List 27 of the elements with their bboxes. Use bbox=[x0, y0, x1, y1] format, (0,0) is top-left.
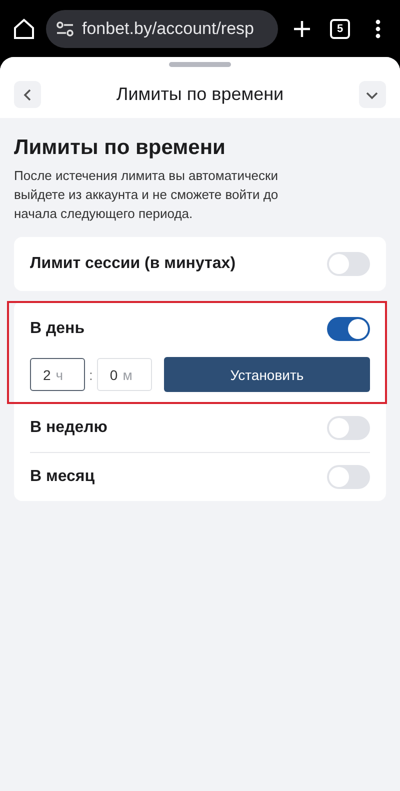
setting-label: В месяц bbox=[30, 468, 95, 486]
back-button[interactable] bbox=[14, 81, 41, 108]
time-separator: : bbox=[89, 366, 93, 382]
menu-icon[interactable] bbox=[375, 18, 381, 38]
address-bar[interactable]: fonbet.by/account/resp bbox=[46, 10, 278, 48]
url-text: fonbet.by/account/resp bbox=[82, 18, 254, 38]
tune-icon bbox=[56, 20, 74, 36]
toggle-switch[interactable] bbox=[327, 252, 370, 276]
toggle-switch[interactable] bbox=[327, 317, 370, 341]
page-title: Лимиты по времени bbox=[116, 84, 284, 105]
chevron-left-icon bbox=[22, 88, 32, 102]
home-icon[interactable] bbox=[12, 16, 36, 40]
plus-icon[interactable] bbox=[292, 18, 312, 38]
tab-count[interactable]: 5 bbox=[330, 18, 350, 38]
collapse-button[interactable] bbox=[358, 81, 386, 108]
chevron-down-icon bbox=[365, 90, 380, 100]
time-field[interactable]: 2 ч bbox=[30, 358, 85, 391]
section-heading: Лимиты по времени bbox=[14, 136, 226, 160]
description-text: После истечения лимита вы автоматически выйдете из аккаунта и не сможете войти до начала следующего периода. bbox=[14, 167, 280, 223]
setting-label: Лимит сессии (в минутах) bbox=[30, 255, 236, 273]
set-button[interactable]: Установить bbox=[164, 357, 370, 392]
setting-label: В день bbox=[30, 320, 85, 338]
setting-label: В неделю bbox=[30, 419, 108, 437]
drag-handle[interactable] bbox=[169, 62, 231, 67]
toggle-switch[interactable] bbox=[327, 465, 370, 489]
time-field[interactable]: 0 м bbox=[96, 358, 152, 391]
toggle-switch[interactable] bbox=[327, 416, 370, 440]
